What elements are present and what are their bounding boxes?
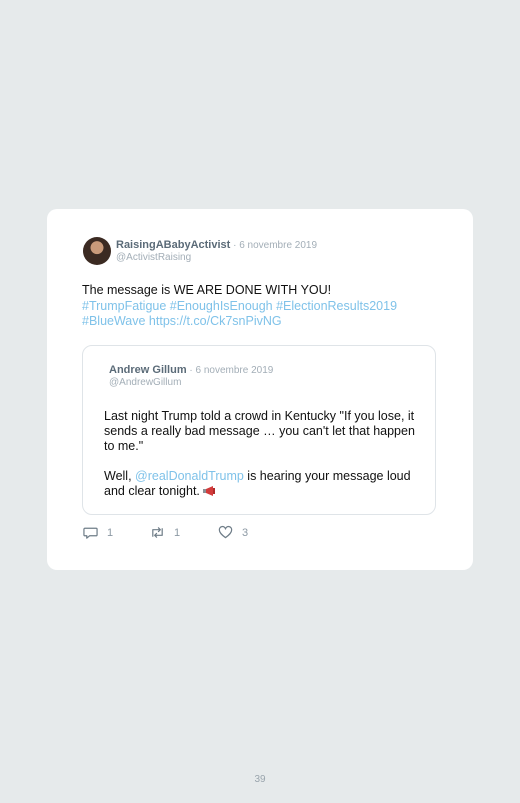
retweet-icon (152, 527, 163, 538)
reply-count: 1 (107, 526, 114, 539)
tweet-text: The message is WE ARE DONE WITH YOU! #Tr… (82, 283, 442, 330)
retweet-action[interactable]: 1 (150, 525, 180, 540)
quoted-paragraph-2-start: Well, (104, 469, 136, 483)
retweet-count: 1 (174, 526, 181, 539)
mention-link[interactable]: @realDonaldTrump (135, 469, 244, 483)
reply-icon (83, 527, 98, 539)
like-count: 3 (242, 526, 249, 539)
page-number: 39 (254, 774, 266, 785)
tweet-card: RaisingABabyActivist · 6 novembre 2019 @… (47, 209, 473, 570)
tweet-actions: 1 1 3 (83, 525, 323, 541)
reply-action[interactable]: 1 (83, 525, 113, 540)
quoted-tweet-text: Last night Trump told a crowd in Kentuck… (104, 409, 416, 499)
tweet-date[interactable]: · 6 novembre 2019 (230, 240, 317, 251)
quoted-paragraph-1: Last night Trump told a crowd in Kentuck… (104, 409, 415, 453)
quoted-tweet-date[interactable]: · 6 novembre 2019 (187, 365, 273, 376)
heart-icon (218, 525, 233, 539)
avatar[interactable] (83, 237, 111, 265)
quoted-paragraph-2: Well, @realDonaldTrump is hearing your m… (104, 469, 416, 499)
tweet-text-plain: The message is WE ARE DONE WITH YOU! (82, 283, 332, 297)
author-handle[interactable]: @ActivistRaising (116, 252, 191, 263)
tweet-header: RaisingABabyActivist · 6 novembre 2019 (116, 239, 317, 251)
author-name[interactable]: RaisingABabyActivist (116, 239, 230, 251)
like-action[interactable]: 3 (218, 525, 248, 540)
tweet-hashtags[interactable]: #TrumpFatigue #EnoughIsEnough #ElectionR… (82, 299, 442, 330)
quoted-author-handle[interactable]: @AndrewGillum (109, 377, 181, 388)
megaphone-icon (202, 485, 216, 496)
quoted-tweet[interactable]: Andrew Gillum · 6 novembre 2019 @AndrewG… (82, 345, 436, 515)
quoted-author-name[interactable]: Andrew Gillum (109, 364, 187, 376)
quoted-tweet-header: Andrew Gillum · 6 novembre 2019 (109, 364, 273, 376)
